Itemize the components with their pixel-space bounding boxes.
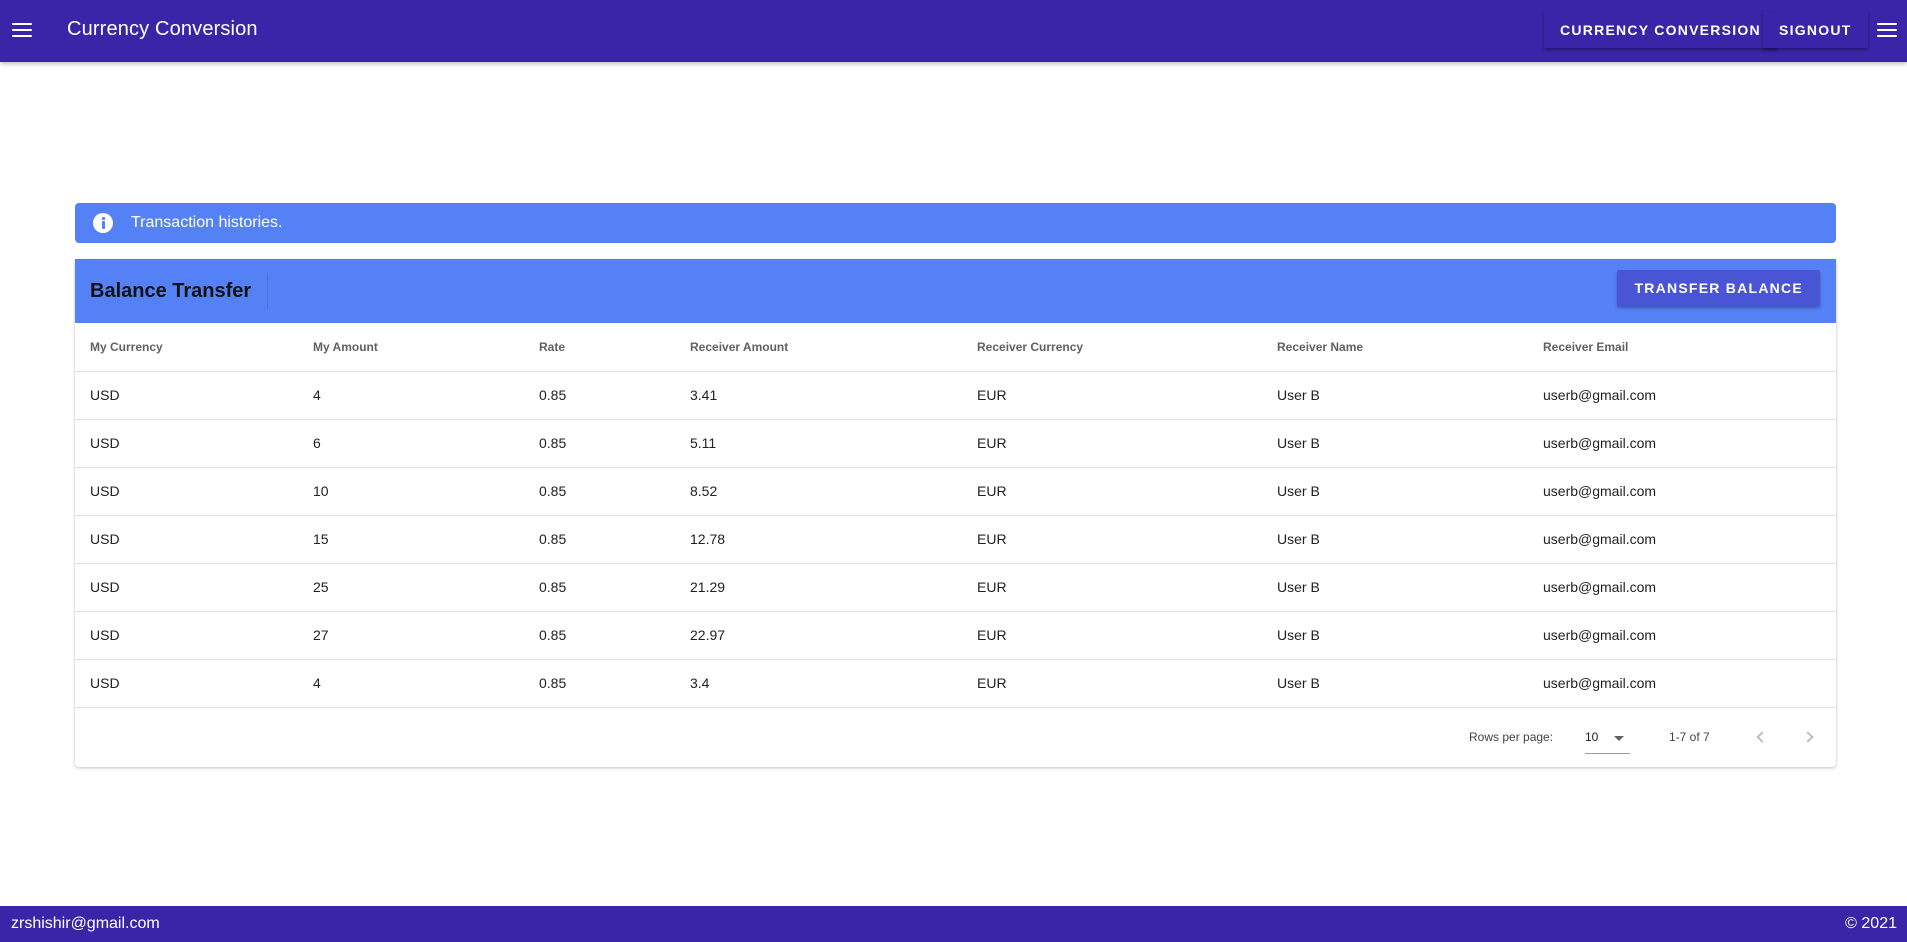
alert-text: Transaction histories.	[131, 214, 283, 231]
hamburger-icon	[1877, 23, 1897, 37]
table-cell: EUR	[977, 467, 1277, 516]
table-cell: 10	[313, 467, 539, 516]
table-cell: 6	[313, 419, 539, 468]
table-cell: User B	[1277, 515, 1543, 564]
app-title: Currency Conversion	[67, 18, 258, 40]
table-cell: USD	[75, 371, 313, 420]
app-footer: zrshishir@gmail.com © 2021	[0, 906, 1907, 942]
table-cell: 4	[313, 371, 539, 420]
info-alert: Transaction histories.	[75, 203, 1836, 243]
table-cell: USD	[75, 563, 313, 612]
table-body: USD 4 0.85 3.41 EUR User Buserb@gmail.com USD 6…	[75, 371, 1836, 708]
table-cell: userb@gmail.com	[1543, 563, 1836, 612]
table-cell: User B	[1277, 419, 1543, 468]
table-cell: EUR	[977, 563, 1277, 612]
table-row: USD 4 0.85 3.41 EUR User Buserb@gmail.com	[75, 371, 1836, 420]
column-header[interactable]: My Amount	[313, 323, 539, 372]
pagination-bar: Rows per page: 10 1-7 of 7	[75, 708, 1836, 766]
table-cell: 3.41	[690, 371, 977, 420]
table-cell: 12.78	[690, 515, 977, 564]
table-cell: 15	[313, 515, 539, 564]
transactions-table: My Currency My Amount Rate Receiver Amount R…	[75, 323, 1836, 708]
table-row: USD 6 0.85 5.11 EUR User Buserb@gmail.com	[75, 419, 1836, 468]
table-cell: 8.52	[690, 467, 977, 516]
table-row: USD 10 0.85 8.52 EUR User Buserb@gmail.com	[75, 467, 1836, 516]
page-info: 1-7 of 7	[1669, 729, 1710, 744]
app-bar: Currency Conversion CURRENCY CONVERSION …	[0, 0, 1907, 62]
chevron-left-icon	[1755, 730, 1768, 743]
table-cell: 27	[313, 611, 539, 660]
table-row: USD 4 0.85 3.4 EUR User Buserb@gmail.com	[75, 659, 1836, 708]
table-cell: EUR	[977, 371, 1277, 420]
table-cell: User B	[1277, 611, 1543, 660]
table-row: USD 25 0.85 21.29 EUR User Buserb@gmail.com	[75, 563, 1836, 612]
chevron-right-icon	[1801, 730, 1814, 743]
next-page-button[interactable]	[1795, 723, 1823, 751]
table-cell: 0.85	[539, 563, 690, 612]
copyright: © 2021	[1845, 915, 1897, 932]
transfer-balance-button[interactable]: TRANSFER BALANCE	[1617, 270, 1820, 306]
table-cell: User B	[1277, 659, 1543, 708]
table-cell: USD	[75, 419, 313, 468]
column-header[interactable]: My Currency	[75, 323, 313, 372]
table-cell: USD	[75, 467, 313, 516]
column-header[interactable]: Receiver Name	[1277, 323, 1543, 372]
info-icon	[93, 213, 113, 233]
table-cell: 21.29	[690, 563, 977, 612]
previous-page-button[interactable]	[1746, 723, 1774, 751]
table-cell: EUR	[977, 515, 1277, 564]
nav-menu-button[interactable]	[4, 12, 40, 48]
column-header[interactable]: Receiver Email	[1543, 323, 1836, 372]
table-row: USD 15 0.85 12.78 EUR User Buserb@gmail.com	[75, 515, 1836, 564]
hamburger-icon	[12, 23, 32, 37]
balance-transfer-card: Balance Transfer TRANSFER BALANCE My Cur…	[75, 259, 1836, 767]
user-email: zrshishir@gmail.com	[11, 915, 160, 932]
table-cell: 5.11	[690, 419, 977, 468]
table-cell: 4	[313, 659, 539, 708]
table-cell: userb@gmail.com	[1543, 419, 1836, 468]
table-cell: User B	[1277, 371, 1543, 420]
column-header[interactable]: Receiver Amount	[690, 323, 977, 372]
table-cell: 0.85	[539, 515, 690, 564]
table-cell: USD	[75, 659, 313, 708]
table-cell: EUR	[977, 611, 1277, 660]
table-cell: userb@gmail.com	[1543, 467, 1836, 516]
table-cell: userb@gmail.com	[1543, 515, 1836, 564]
signout-button[interactable]: SIGNOUT	[1763, 12, 1868, 48]
table-cell: userb@gmail.com	[1543, 659, 1836, 708]
table-row: USD 27 0.85 22.97 EUR User Buserb@gmail.com	[75, 611, 1836, 660]
secondary-menu-button[interactable]	[1869, 12, 1905, 48]
table-cell: EUR	[977, 419, 1277, 468]
table-cell: 3.4	[690, 659, 977, 708]
table-cell: User B	[1277, 467, 1543, 516]
table-header-row: My Currency My Amount Rate Receiver Amount R…	[75, 323, 1836, 372]
caret-down-icon	[1614, 735, 1624, 741]
rows-per-page-select[interactable]: 10	[1585, 724, 1630, 754]
column-header[interactable]: Receiver Currency	[977, 323, 1277, 372]
table-cell: 0.85	[539, 611, 690, 660]
table-cell: 0.85	[539, 371, 690, 420]
table-cell: userb@gmail.com	[1543, 371, 1836, 420]
rows-per-page-label: Rows per page:	[1469, 729, 1554, 744]
table-cell: 0.85	[539, 467, 690, 516]
table-cell: USD	[75, 515, 313, 564]
table-cell: EUR	[977, 659, 1277, 708]
table-cell: 25	[313, 563, 539, 612]
card-title: Balance Transfer	[90, 273, 269, 309]
table-cell: 0.85	[539, 419, 690, 468]
currency-conversion-button[interactable]: CURRENCY CONVERSION	[1544, 12, 1777, 48]
table-cell: User B	[1277, 563, 1543, 612]
table-cell: 0.85	[539, 659, 690, 708]
column-header[interactable]: Rate	[539, 323, 690, 372]
table-cell: userb@gmail.com	[1543, 611, 1836, 660]
table-cell: USD	[75, 611, 313, 660]
card-header: Balance Transfer TRANSFER BALANCE	[75, 259, 1836, 323]
table-cell: 22.97	[690, 611, 977, 660]
rows-per-page-value: 10	[1585, 729, 1599, 744]
